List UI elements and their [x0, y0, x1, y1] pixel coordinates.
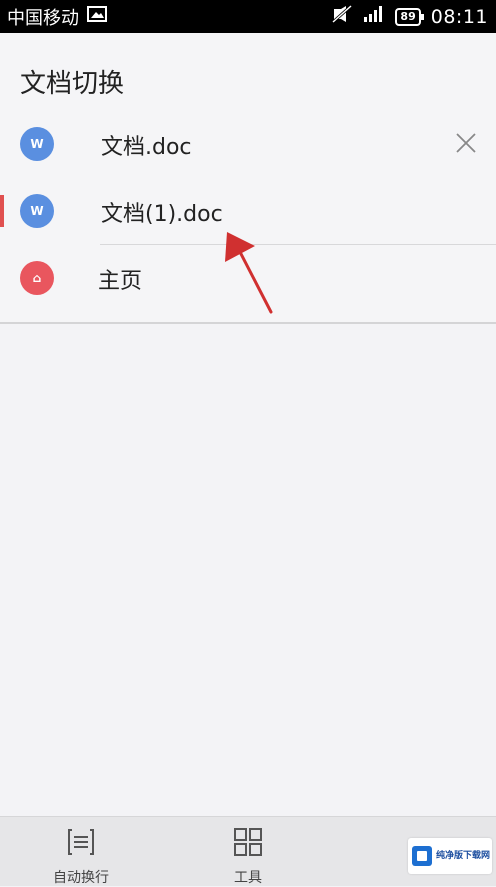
- auto-wrap-label: 自动换行: [53, 870, 109, 886]
- mute-vibrate-icon: [331, 4, 353, 28]
- document-item-label: 文档.doc: [101, 135, 192, 160]
- home-item[interactable]: ⌂ 主页: [20, 244, 496, 310]
- home-item-label: 主页: [98, 269, 143, 294]
- watermark-icon: [412, 846, 432, 866]
- watermark-logo: 纯净版下载网: [408, 838, 492, 874]
- carrier-label: 中国移动: [7, 7, 79, 29]
- document-item[interactable]: W 文档.doc: [0, 111, 496, 177]
- watermark-text: 纯净版下载网: [436, 850, 491, 861]
- word-doc-icon: W: [20, 127, 54, 161]
- image-notification-icon: [87, 6, 107, 27]
- wrap-text-icon: [66, 827, 96, 861]
- status-left: 中国移动: [7, 4, 107, 30]
- close-icon[interactable]: [454, 131, 478, 155]
- auto-wrap-button[interactable]: 自动换行: [31, 827, 131, 887]
- battery-icon: 89: [395, 7, 425, 26]
- annotation-arrow-icon: [215, 228, 285, 320]
- home-icon: ⌂: [20, 261, 54, 295]
- status-right: 89 08:11: [331, 4, 488, 28]
- signal-icon: [363, 6, 385, 27]
- status-bar: 中国移动 89 08:11: [0, 0, 496, 33]
- content-area: [0, 324, 496, 816]
- tools-button[interactable]: 工具: [198, 827, 298, 887]
- grid-tools-icon: [233, 827, 263, 861]
- word-doc-icon: W: [20, 194, 54, 228]
- document-item-label: 文档(1).doc: [101, 202, 223, 227]
- tools-label: 工具: [234, 870, 262, 886]
- clock: 08:11: [430, 5, 488, 28]
- panel-title: 文档切换: [20, 69, 125, 99]
- active-indicator: [0, 195, 4, 227]
